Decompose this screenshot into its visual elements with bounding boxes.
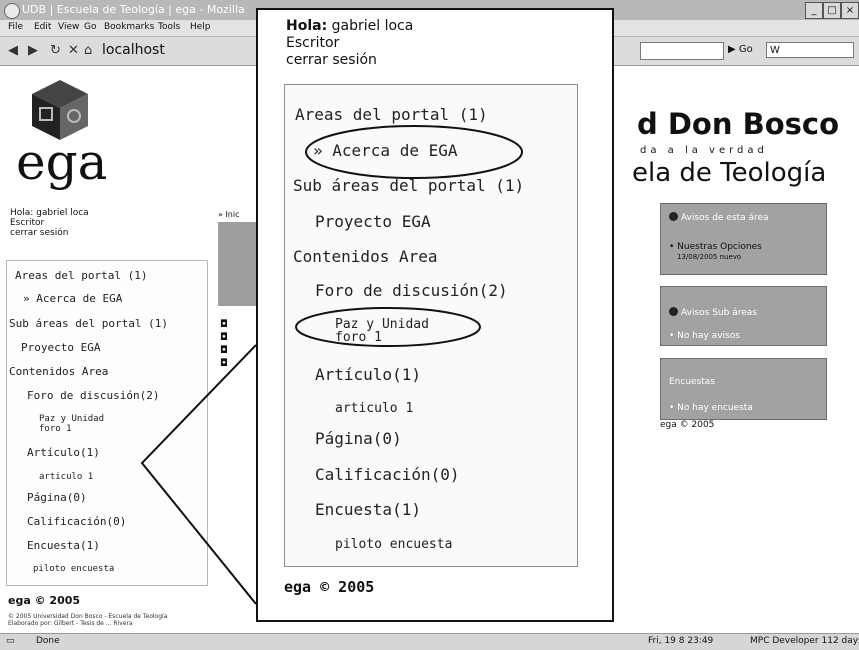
user-role: Escritor [10,218,45,228]
zoom-user-block: Hola: gabriel loca Escritor cerrar sesió… [286,18,413,69]
maximize-icon[interactable]: □ [823,2,841,19]
zoom-nav-piloto-encuesta[interactable]: piloto encuesta [335,537,452,552]
menu-view[interactable]: View [58,22,79,32]
credits-line-1: © 2005 Universidad Don Bosco - Escuela d… [8,613,168,620]
search-input[interactable]: W [766,42,854,58]
zoom-nav-foro-1[interactable]: foro 1 [335,330,382,345]
avisos-area-item[interactable]: • Nuestras Opciones [669,242,762,252]
zoom-nav-contenidos-area: Contenidos Area [293,247,438,266]
browser-status-bar: ▭ Done Fri, 19 8 23:49 MPC Developer 112… [0,633,859,650]
university-motto: da a la verdad [640,145,768,156]
nav-foro-1[interactable]: foro 1 [39,424,72,434]
back-icon[interactable]: ◀ [8,43,18,58]
menu-tools[interactable]: Tools [158,22,180,32]
minimize-icon[interactable]: _ [805,2,823,19]
zoom-nav-articulo-1[interactable]: articulo 1 [335,401,413,416]
zoom-navigation: Areas del portal (1) » Acerca de EGA Sub… [284,84,578,567]
menu-file[interactable]: File [8,22,23,32]
status-extension: MPC Developer 112 days [750,636,859,646]
forward-icon[interactable]: ▶ [28,43,38,58]
nav-calificacion[interactable]: Calificación(0) [27,515,126,528]
avisos-area-date: 13/08/2005 nuevo [677,253,742,261]
nav-piloto-encuesta[interactable]: piloto encuesta [33,564,114,574]
encuestas-title: Encuestas [669,377,716,387]
nav-contenidos-area: Contenidos Area [9,365,109,378]
window-title: UDB | Escuela de Teología | ega - Mozill… [22,3,245,16]
nav-pagina[interactable]: Página(0) [27,491,87,504]
zoom-nav-proyecto-ega[interactable]: Proyecto EGA [315,212,431,231]
menu-bookmarks[interactable]: Bookmarks [104,22,154,32]
browser-app-icon [4,3,20,19]
avisos-subareas-box: Avisos Sub áreas • No hay avisos [660,286,827,346]
nav-sub-areas[interactable]: Sub áreas del portal (1) [9,317,168,330]
credits-line-2: Elaborado por: Gilbert - Tesis de ... Ri… [8,620,133,627]
menu-help[interactable]: Help [190,22,211,32]
encuestas-item: • No hay encuesta [669,403,753,413]
nav-articulo[interactable]: Artículo(1) [27,446,100,459]
content-bullets: ◘ ◘ ◘ ◘ [220,318,228,370]
nav-proyecto-ega[interactable]: Proyecto EGA [21,341,100,354]
university-name: d Don Bosco [637,107,839,141]
encuestas-box: Encuestas • No hay encuesta [660,358,827,420]
status-clock: Fri, 19 8 23:49 [648,636,714,646]
school-name: ela de Teología [632,158,827,188]
bullet-icon: ◘ [220,332,228,343]
zoom-nav-foro-discusion[interactable]: Foro de discusión(2) [315,281,508,300]
ega-logo[interactable]: ega [16,78,118,191]
avisos-area-box: Avisos de esta área • Nuestras Opciones … [660,203,827,275]
zoom-nav-acerca-ega[interactable]: » Acerca de EGA [313,141,458,160]
user-greeting: Hola: gabriel loca [10,208,89,218]
left-user-block: Hola: gabriel loca Escritor cerrar sesió… [10,208,89,238]
info-icon [669,212,678,221]
left-footer: ega © 2005 [8,594,81,607]
menu-edit[interactable]: Edit [34,22,51,32]
zoom-nav-encuesta[interactable]: Encuesta(1) [315,500,421,519]
nav-acerca-ega[interactable]: » Acerca de EGA [23,292,122,305]
nav-paz-unidad[interactable]: Paz y Unidad [39,414,104,424]
breadcrumb[interactable]: » Inic [218,210,240,219]
zoom-nav-articulo[interactable]: Artículo(1) [315,365,421,384]
logout-link[interactable]: cerrar sesión [10,228,89,238]
zoom-nav-calificacion[interactable]: Calificación(0) [315,465,460,484]
close-icon[interactable]: × [841,2,859,19]
go-label: Go [738,44,753,55]
avisos-subareas-title: Avisos Sub áreas [669,307,757,318]
avisos-area-title: Avisos de esta área [669,212,769,223]
nav-encuesta[interactable]: Encuesta(1) [27,539,100,552]
status-icon: ▭ [6,636,15,646]
info-icon [669,307,678,316]
zoom-nav-pagina[interactable]: Página(0) [315,429,402,448]
content-image [218,222,258,306]
location-text[interactable]: localhost [102,42,165,58]
bullet-icon: ◘ [220,345,228,356]
left-credits: © 2005 Universidad Don Bosco - Escuela d… [8,613,248,627]
go-button[interactable]: ▶ Go [728,42,764,58]
menu-go[interactable]: Go [84,22,96,32]
stop-icon[interactable]: ✕ [68,43,79,58]
status-text: Done [36,636,60,646]
right-footer: ega © 2005 [660,420,715,430]
zoom-nav-areas-portal[interactable]: Areas del portal (1) [295,105,488,124]
nav-areas-portal[interactable]: Areas del portal (1) [15,269,147,282]
nav-foro-discusion[interactable]: Foro de discusión(2) [27,389,159,402]
url-dropdown[interactable] [640,42,724,60]
logo-text: ega [16,133,108,191]
home-icon[interactable]: ⌂ [84,43,92,58]
avisos-subareas-item: • No hay avisos [669,331,740,341]
zoom-greeting: Hola: gabriel loca [286,18,414,34]
zoom-nav-sub-areas[interactable]: Sub áreas del portal (1) [293,176,524,195]
bullet-icon: ◘ [220,319,228,330]
zoom-role: Escritor [286,35,340,51]
reload-icon[interactable]: ↻ [50,43,61,58]
left-navigation: Areas del portal (1) » Acerca de EGA Sub… [6,260,208,586]
nav-articulo-1[interactable]: articulo 1 [39,472,93,482]
zoom-callout-panel: Hola: gabriel loca Escritor cerrar sesió… [256,8,614,622]
bullet-icon: ◘ [220,358,228,369]
zoom-logout-link[interactable]: cerrar sesión [286,52,413,69]
zoom-footer: ega © 2005 [284,578,375,596]
